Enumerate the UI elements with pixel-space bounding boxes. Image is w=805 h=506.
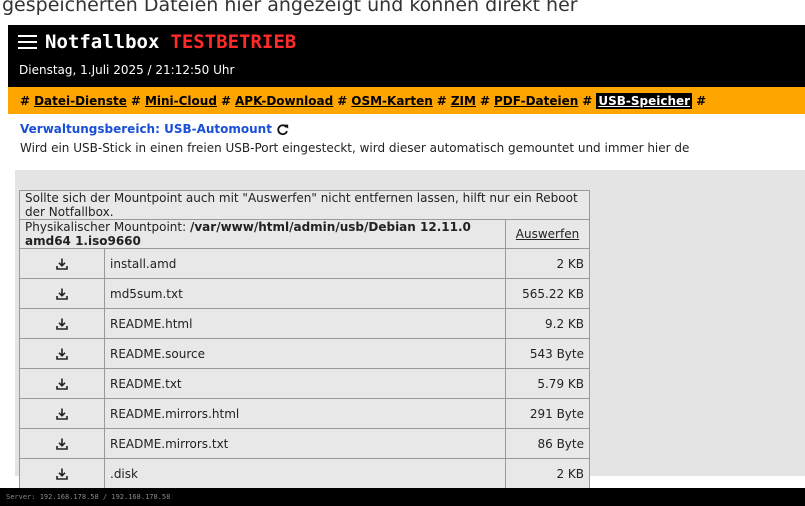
file-size: 543 Byte [505, 338, 590, 369]
section-title-text: Verwaltungsbereich: USB-Automount [20, 122, 272, 136]
nav-link-zim[interactable]: ZIM [451, 94, 476, 108]
mountpoint-cell: Physikalischer Mountpoint: /var/www/html… [19, 219, 506, 249]
brand-mode-badge: TESTBETRIEB [170, 31, 297, 53]
file-table: Sollte sich der Mountpoint auch mit "Aus… [19, 190, 590, 489]
file-size: 291 Byte [505, 398, 590, 429]
file-name: README.html [104, 308, 506, 339]
nav-bar: # Datei-Dienste # Mini-Cloud # APK-Downl… [8, 87, 805, 114]
file-name: install.amd [104, 248, 506, 279]
nav-link-apk-download[interactable]: APK-Download [235, 94, 333, 108]
file-row: install.amd 2 KB [19, 248, 590, 279]
download-cell [19, 428, 105, 459]
file-size: 2 KB [505, 248, 590, 279]
section-title: Verwaltungsbereich: USB-Automount [20, 122, 289, 136]
file-name: README.txt [104, 368, 506, 399]
clipped-page-text: gespeicherten Dateien hier angezeigt und… [2, 0, 578, 16]
nav-separator: # [20, 93, 31, 108]
file-size: 9.2 KB [505, 308, 590, 339]
file-row: README.txt 5.79 KB [19, 368, 590, 399]
download-icon[interactable] [56, 437, 68, 451]
file-row: .disk 2 KB [19, 458, 590, 489]
usb-panel: Sollte sich der Mountpoint auch mit "Aus… [15, 170, 805, 489]
file-name: README.mirrors.html [104, 398, 506, 429]
file-size: 565.22 KB [505, 278, 590, 309]
file-row: README.html 9.2 KB [19, 308, 590, 339]
datetime: Dienstag, 1.Juli 2025 / 21:12:50 Uhr [19, 63, 235, 77]
nav-link-mini-cloud[interactable]: Mini-Cloud [145, 94, 217, 108]
nav-separator: # [582, 93, 593, 108]
download-icon[interactable] [56, 257, 68, 271]
file-size: 86 Byte [505, 428, 590, 459]
file-row: md5sum.txt 565.22 KB [19, 278, 590, 309]
download-icon[interactable] [56, 347, 68, 361]
nav-separator: # [130, 93, 141, 108]
nav-link-osm-karten[interactable]: OSM-Karten [351, 94, 433, 108]
download-cell [19, 368, 105, 399]
nav-separator: # [479, 93, 490, 108]
refresh-icon[interactable] [276, 123, 289, 136]
nav-separator: # [220, 93, 231, 108]
download-icon[interactable] [56, 287, 68, 301]
nav-separator: # [337, 93, 348, 108]
download-cell [19, 248, 105, 279]
download-icon[interactable] [56, 467, 68, 481]
download-icon[interactable] [56, 407, 68, 421]
download-cell [19, 278, 105, 309]
download-cell [19, 398, 105, 429]
eject-cell: Auswerfen [505, 219, 590, 249]
download-cell [19, 458, 105, 489]
download-cell [19, 338, 105, 369]
nav-separator: # [436, 93, 447, 108]
brand-name: Notfallbox [45, 31, 160, 53]
notice-text: Sollte sich der Mountpoint auch mit "Aus… [19, 190, 590, 220]
brand-row: Notfallbox TESTBETRIEB [18, 27, 296, 57]
file-size: 2 KB [505, 458, 590, 489]
mountpoint-label: Physikalischer Mountpoint: [25, 220, 187, 234]
nav-link-datei-dienste[interactable]: Datei-Dienste [34, 94, 127, 108]
download-icon[interactable] [56, 377, 68, 391]
notice-row: Sollte sich der Mountpoint auch mit "Aus… [19, 190, 590, 220]
file-row: README.mirrors.html 291 Byte [19, 398, 590, 429]
file-size: 5.79 KB [505, 368, 590, 399]
server-footer: Server: 192.168.178.58 / 192.168.178.58 [0, 488, 805, 506]
file-name: .disk [104, 458, 506, 489]
file-name: README.source [104, 338, 506, 369]
file-row: README.mirrors.txt 86 Byte [19, 428, 590, 459]
file-name: md5sum.txt [104, 278, 506, 309]
header: Notfallbox TESTBETRIEB Dienstag, 1.Juli … [8, 25, 805, 87]
file-name: README.mirrors.txt [104, 428, 506, 459]
eject-link[interactable]: Auswerfen [516, 227, 579, 241]
file-row: README.source 543 Byte [19, 338, 590, 369]
hamburger-menu-icon[interactable] [18, 35, 37, 49]
intro-text: Wird ein USB-Stick in einen freien USB-P… [20, 141, 690, 155]
mountpoint-row: Physikalischer Mountpoint: /var/www/html… [19, 219, 590, 249]
nav-link-usb-speicher[interactable]: USB-Speicher [596, 92, 693, 109]
nav-link-pdf-dateien[interactable]: PDF-Dateien [494, 94, 578, 108]
download-icon[interactable] [56, 317, 68, 331]
nav-separator: # [696, 93, 707, 108]
download-cell [19, 308, 105, 339]
